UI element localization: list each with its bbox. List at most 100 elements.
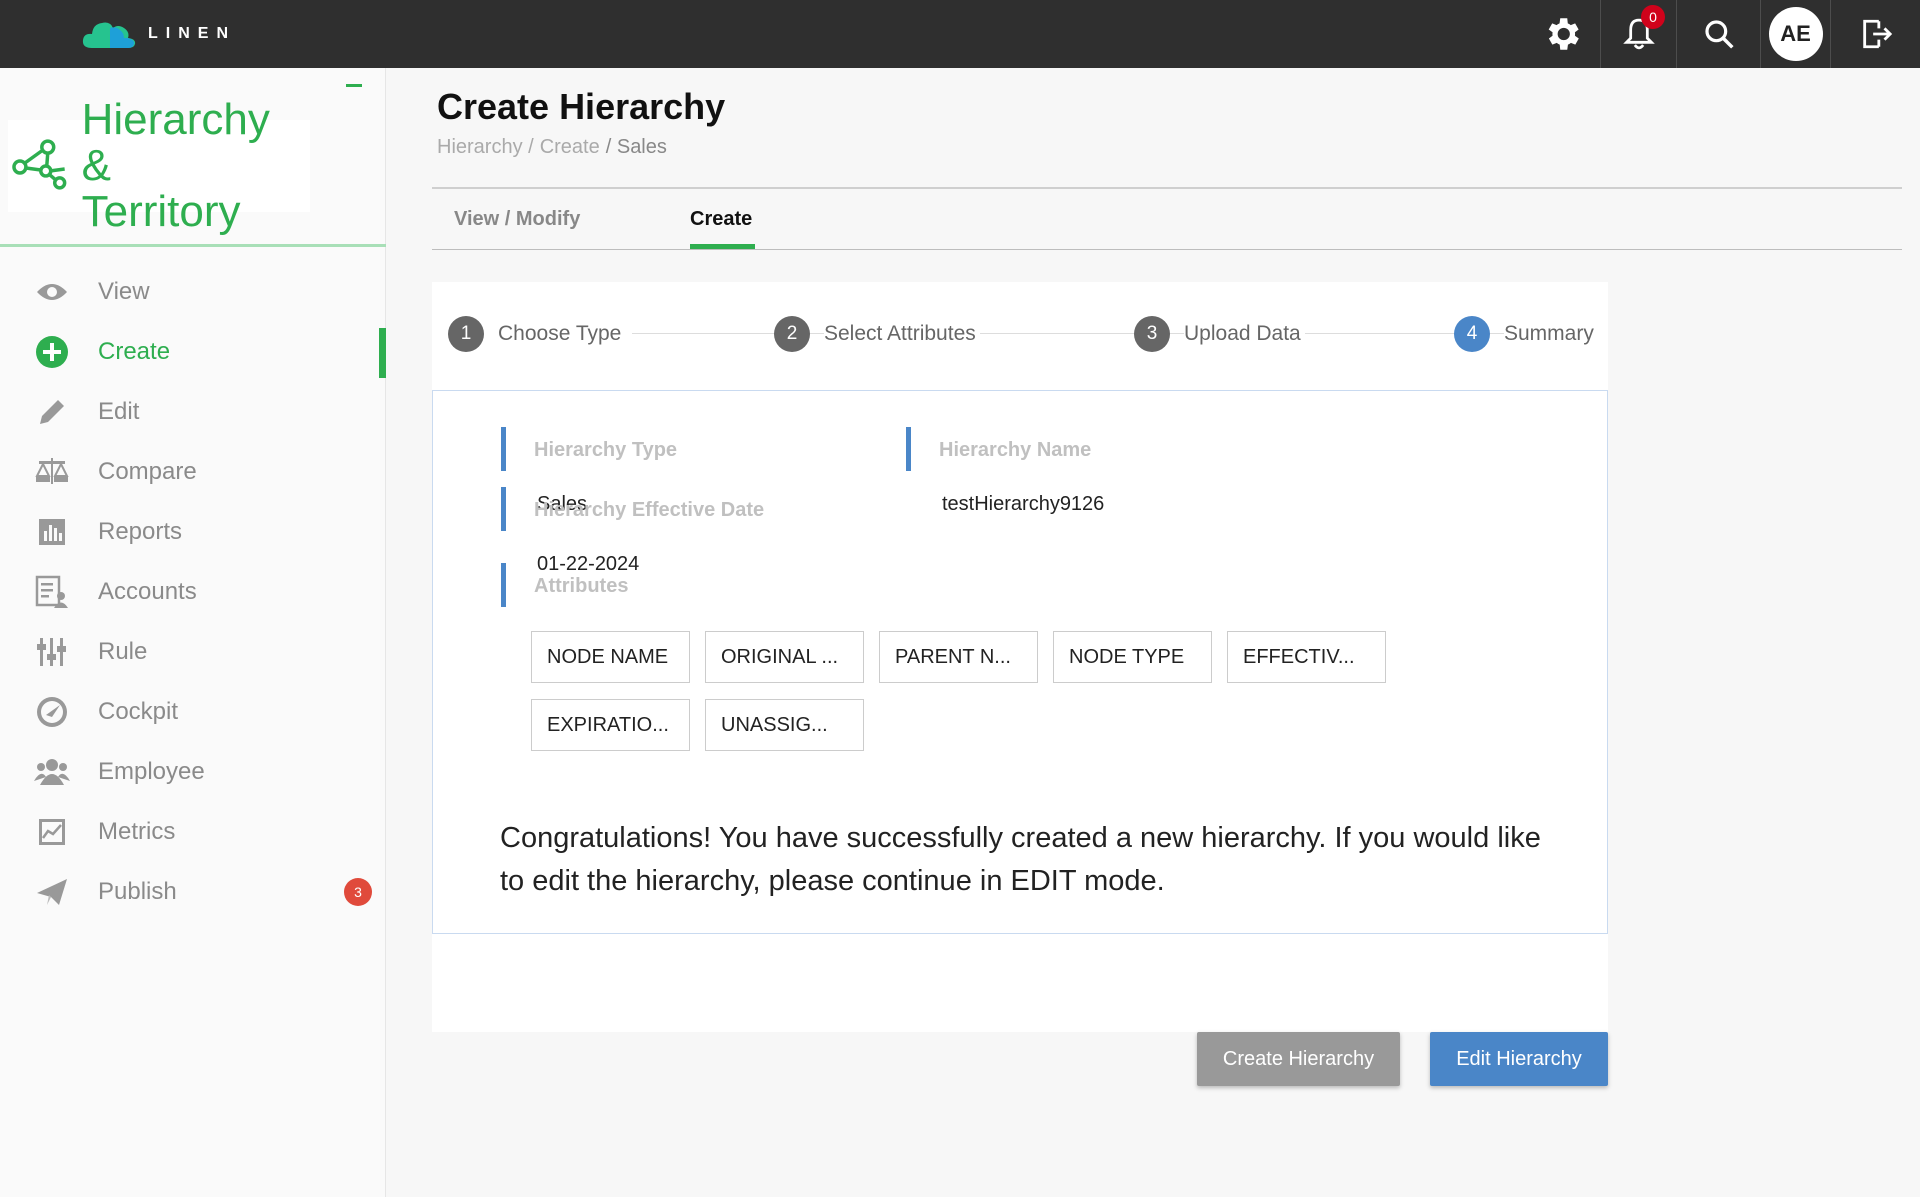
field-accent-bar <box>501 563 506 607</box>
step-number: 4 <box>1454 316 1490 352</box>
attribute-chip: UNASSIG... <box>705 699 864 751</box>
step-label: Choose Type <box>498 322 626 346</box>
sidebar-item-reports[interactable]: Reports <box>0 502 386 562</box>
sidebar-item-view[interactable]: View <box>0 262 386 322</box>
effective-date-label: Hierarchy Effective Date <box>534 499 765 521</box>
sidebar-item-label: Reports <box>98 518 183 545</box>
attribute-chip: NODE TYPE <box>1053 631 1212 683</box>
logout-button[interactable] <box>1830 0 1920 68</box>
bar-chart-icon <box>34 514 70 550</box>
pencil-icon <box>34 394 70 430</box>
step-label: Upload Data <box>1184 322 1305 346</box>
step-summary[interactable]: 4 Summary <box>1454 316 1598 352</box>
search-icon <box>1704 20 1734 49</box>
tab-create[interactable]: Create <box>690 208 752 231</box>
sidebar: Hierarchy & Territory View Create Edit C… <box>0 68 386 1197</box>
sidebar-item-label: View <box>98 278 150 305</box>
step-number: 1 <box>448 316 484 352</box>
page-title: Create Hierarchy <box>437 86 726 127</box>
step-label: Summary <box>1504 322 1598 346</box>
cloud-logo-icon <box>82 22 136 48</box>
step-select-attributes[interactable]: 2 Select Attributes <box>774 316 980 352</box>
sidebar-item-accounts[interactable]: Accounts <box>0 562 386 622</box>
attribute-chip: EFFECTIV... <box>1227 631 1386 683</box>
line-chart-icon <box>34 814 70 850</box>
attribute-chip: PARENT N... <box>879 631 1038 683</box>
brand-name: LINEN <box>148 25 236 42</box>
hierarchy-type-label: Hierarchy Type <box>534 439 678 461</box>
tabs-top-divider <box>432 187 1902 189</box>
sidebar-item-label: Create <box>98 338 171 365</box>
breadcrumb: Hierarchy / Create / Sales <box>437 136 667 159</box>
field-accent-bar <box>906 427 911 471</box>
edit-hierarchy-button[interactable]: Edit Hierarchy <box>1430 1032 1608 1086</box>
eye-icon <box>34 274 70 310</box>
field-accent-bar <box>501 427 506 471</box>
notifications-button[interactable]: 0 <box>1600 0 1676 68</box>
scales-icon <box>34 454 70 490</box>
sidebar-item-compare[interactable]: Compare <box>0 442 386 502</box>
success-message: Congratulations! You have successfully c… <box>500 822 1541 897</box>
breadcrumb-item-hierarchy[interactable]: Hierarchy / <box>437 136 534 159</box>
tab-bar: View / Modify Create <box>432 190 1902 250</box>
sidebar-item-cockpit[interactable]: Cockpit <box>0 682 386 742</box>
sidebar-item-label: Rule <box>98 638 148 665</box>
module-title: Hierarchy & Territory <box>82 97 310 235</box>
breadcrumb-item-current: / Sales <box>605 136 667 158</box>
attributes-label: Attributes <box>534 575 629 597</box>
sidebar-item-create[interactable]: Create <box>0 322 386 382</box>
sidebar-item-label: Accounts <box>98 578 197 605</box>
sidebar-item-label: Employee <box>98 758 205 785</box>
step-choose-type[interactable]: 1 Choose Type <box>448 316 626 352</box>
tab-view-modify[interactable]: View / Modify <box>454 208 580 231</box>
hierarchy-name-value: testHierarchy9126 <box>942 493 1105 515</box>
plus-circle-icon <box>34 334 70 370</box>
module-header: Hierarchy & Territory <box>8 97 310 235</box>
module-title-line2: Territory <box>81 187 241 236</box>
hierarchy-name-label: Hierarchy Name <box>939 439 1092 461</box>
settings-button[interactable] <box>1524 0 1600 68</box>
sidebar-item-metrics[interactable]: Metrics <box>0 802 386 862</box>
sidebar-collapse-button[interactable] <box>346 84 362 87</box>
paper-plane-icon <box>34 874 70 910</box>
top-bar: LINEN 0 AE <box>0 0 1920 68</box>
gear-icon <box>1548 18 1579 50</box>
sidebar-item-label: Cockpit <box>98 698 179 725</box>
module-title-line1: Hierarchy & <box>81 95 270 190</box>
active-tab-indicator <box>690 244 755 249</box>
notification-count-badge: 0 <box>1641 5 1665 29</box>
people-icon <box>34 754 70 790</box>
gauge-icon <box>34 694 70 730</box>
step-label: Select Attributes <box>824 322 980 346</box>
user-menu[interactable]: AE <box>1760 0 1830 68</box>
sidebar-item-rule[interactable]: Rule <box>0 622 386 682</box>
create-hierarchy-button[interactable]: Create Hierarchy <box>1197 1032 1400 1086</box>
attribute-chip: NODE NAME <box>531 631 690 683</box>
wizard-stepper: 1 Choose Type 2 Select Attributes 3 Uplo… <box>432 282 1608 390</box>
avatar: AE <box>1768 7 1823 61</box>
attribute-chip: ORIGINAL ... <box>705 631 864 683</box>
sidebar-item-label: Compare <box>98 458 197 485</box>
create-wizard-card: 1 Choose Type 2 Select Attributes 3 Uplo… <box>432 282 1608 1032</box>
sliders-icon <box>34 634 70 670</box>
search-button[interactable] <box>1676 0 1760 68</box>
accounts-icon <box>34 574 70 610</box>
breadcrumb-item-create[interactable]: Create <box>540 136 600 159</box>
sidebar-item-edit[interactable]: Edit <box>0 382 386 442</box>
step-number: 2 <box>774 316 810 352</box>
publish-count-badge: 3 <box>344 878 372 906</box>
sidebar-nav: View Create Edit Compare Reports Account… <box>0 262 386 922</box>
sidebar-item-publish[interactable]: Publish 3 <box>0 862 386 922</box>
step-upload-data[interactable]: 3 Upload Data <box>1134 316 1305 352</box>
sidebar-item-employee[interactable]: Employee <box>0 742 386 802</box>
sidebar-item-label: Publish <box>98 878 177 905</box>
brand-logo[interactable]: LINEN <box>80 14 236 54</box>
logout-icon <box>1862 19 1892 49</box>
effective-date-value: 01-22-2024 <box>537 553 640 575</box>
sidebar-divider <box>0 244 386 247</box>
attribute-chip: EXPIRATIO... <box>531 699 690 751</box>
sidebar-item-label: Metrics <box>98 818 176 845</box>
active-indicator <box>379 328 386 378</box>
field-accent-bar <box>501 487 506 531</box>
step-number: 3 <box>1134 316 1170 352</box>
